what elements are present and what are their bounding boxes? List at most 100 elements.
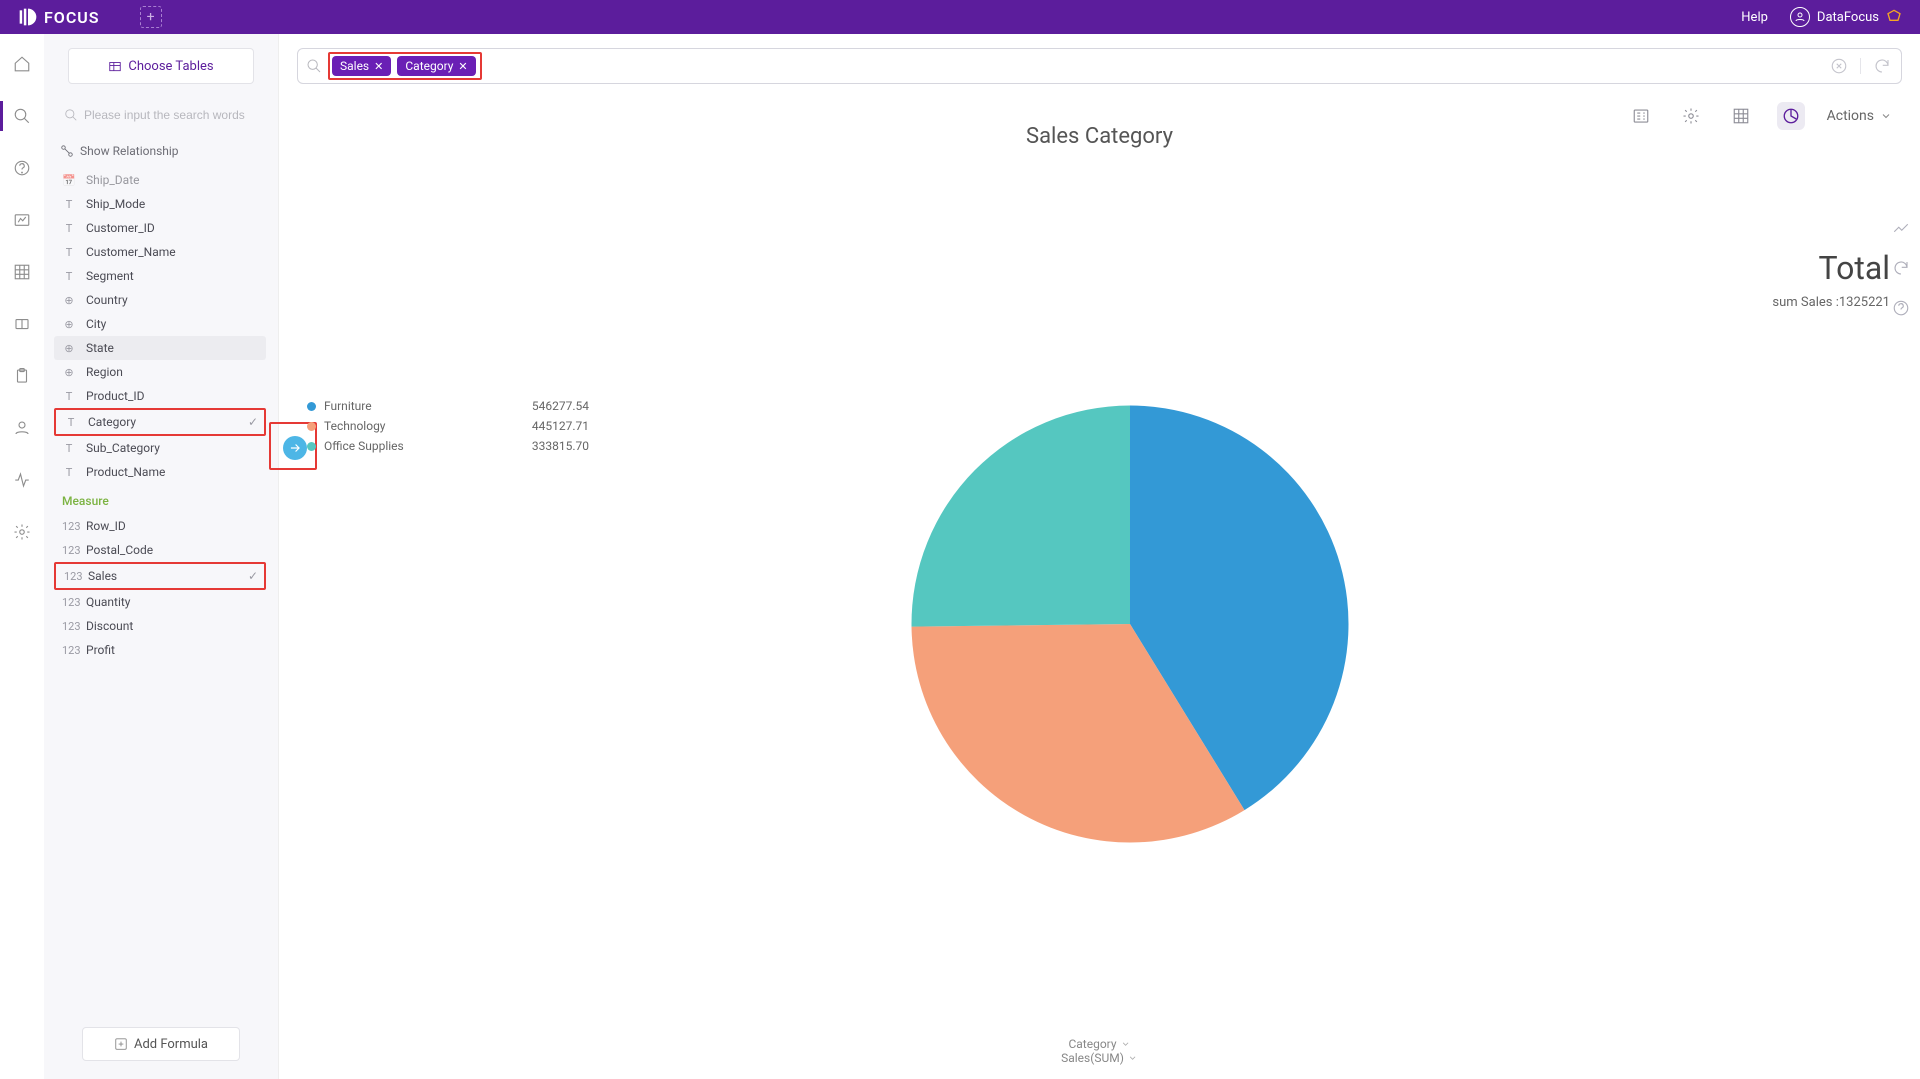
measure-postal-code[interactable]: 123Postal_Code [54,538,266,562]
summary-panel: Total sum Sales :1325221 [1772,249,1890,310]
field-product-name[interactable]: TProduct_Name [54,460,266,484]
summary-subtitle: sum Sales :1325221 [1772,295,1890,310]
refresh-query-button[interactable] [1873,57,1891,75]
nav-settings[interactable] [10,520,34,544]
legend-item-furniture[interactable]: Furniture 546277.54 [307,399,589,413]
query-searchbar[interactable]: Sales ✕ Category✕ [297,48,1902,84]
field-search-input[interactable] [60,102,262,128]
field-label: Country [86,293,128,307]
field-search[interactable] [60,102,262,128]
field-label: Sub_Category [86,441,160,455]
measure-discount[interactable]: 123Discount [54,614,266,638]
legend-item-technology[interactable]: Technology 445127.71 [307,419,589,433]
user-avatar-icon [1790,7,1810,27]
field-region[interactable]: ⊕Region [54,360,266,384]
field-label: Discount [86,619,133,633]
field-category[interactable]: TCategory✓ [54,408,266,436]
chevron-down-icon [1128,1053,1138,1063]
query-chips-highlight: Sales ✕ Category✕ [328,52,482,80]
axis-labels: Category Sales(SUM) [1061,1037,1138,1065]
chip-close-icon[interactable]: ✕ [374,60,383,73]
nav-search[interactable] [10,104,34,128]
text-icon: T [62,270,76,283]
chart-expand-icon[interactable] [1892,219,1910,237]
field-state[interactable]: ⊕State [54,336,266,360]
legend-dot [307,402,316,411]
legend-name: Technology [324,419,474,433]
show-relationship-label: Show Relationship [80,144,179,158]
field-label: Product_ID [86,389,145,403]
chip-close-icon[interactable]: ✕ [458,60,467,73]
field-customer-name[interactable]: TCustomer_Name [54,240,266,264]
topbar: FOCUS + Help DataFocus [0,0,1920,34]
clear-query-button[interactable] [1830,57,1848,75]
field-label: Customer_Name [86,245,176,259]
show-relationship-link[interactable]: Show Relationship [54,140,268,168]
chip-label: Sales [340,59,369,73]
app-logo[interactable]: FOCUS [18,7,100,27]
field-customer-id[interactable]: TCustomer_ID [54,216,266,240]
field-product-id[interactable]: T Product_ID [54,384,266,408]
axis-value[interactable]: Sales(SUM) [1061,1051,1138,1065]
field-label: Region [86,365,123,379]
user-name: DataFocus [1817,10,1879,25]
measure-quantity[interactable]: 123Quantity [54,590,266,614]
number-icon: 123 [62,644,76,657]
axis-category[interactable]: Category [1061,1037,1138,1051]
field-ship-date[interactable]: 📅Ship_Date [54,168,266,192]
field-label: Profit [86,643,115,657]
chart-refresh-icon[interactable] [1892,259,1910,277]
legend-dot [307,422,316,431]
legend-value: 546277.54 [532,399,589,413]
field-country[interactable]: ⊕Country [54,288,266,312]
nav-home[interactable] [10,52,34,76]
actions-label: Actions [1827,108,1874,124]
calendar-icon: 📅 [62,174,76,187]
chart-title: Sales Category [279,124,1920,149]
add-tab-button[interactable]: + [140,6,162,28]
chevron-down-icon [1121,1039,1131,1049]
legend-item-office-supplies[interactable]: Office Supplies 333815.70 [307,439,589,453]
measure-section-label: Measure [54,484,266,514]
legend-value: 333815.70 [532,439,589,453]
chip-sales[interactable]: Sales ✕ [332,56,391,76]
text-icon: T [62,466,76,479]
check-icon: ✓ [248,569,258,583]
field-label: Postal_Code [86,543,153,557]
actions-menu[interactable]: Actions [1827,108,1892,124]
nav-activity[interactable] [10,468,34,492]
relationship-icon [60,144,74,158]
nav-resources[interactable] [10,312,34,336]
nav-tables[interactable] [10,260,34,284]
field-label: Segment [86,269,134,283]
field-ship-mode[interactable]: TShip_Mode [54,192,266,216]
chart-help-icon[interactable] [1892,299,1910,317]
help-link[interactable]: Help [1741,10,1768,25]
fields-sidebar: Choose Tables Show Relationship 📅Ship_Da… [44,34,279,1079]
legend-name: Furniture [324,399,474,413]
app-name: FOCUS [44,8,100,27]
nav-dashboard[interactable] [10,208,34,232]
field-sub-category[interactable]: TSub_Category [54,436,266,460]
text-icon: T [62,390,76,403]
measure-row-id[interactable]: 123Row_ID [54,514,266,538]
choose-tables-label: Choose Tables [128,59,213,74]
field-label: Sales [88,569,117,583]
chevron-down-icon [1880,110,1892,122]
add-formula-button[interactable]: Add Formula [82,1027,240,1061]
choose-tables-button[interactable]: Choose Tables [68,48,254,84]
search-icon [306,58,322,74]
field-city[interactable]: ⊕City [54,312,266,336]
separator [1860,58,1861,74]
chip-category[interactable]: Category✕ [397,56,475,76]
field-segment[interactable]: T Segment [54,264,266,288]
nav-help[interactable] [10,156,34,180]
measure-sales[interactable]: 123Sales✓ [54,562,266,590]
pie-chart[interactable] [589,169,1920,1079]
table-icon [108,59,122,73]
nav-clipboard[interactable] [10,364,34,388]
axis-val-label: Sales(SUM) [1061,1051,1124,1065]
measure-profit[interactable]: 123 Profit [54,638,266,662]
nav-users[interactable] [10,416,34,440]
user-menu[interactable]: DataFocus [1790,7,1902,27]
